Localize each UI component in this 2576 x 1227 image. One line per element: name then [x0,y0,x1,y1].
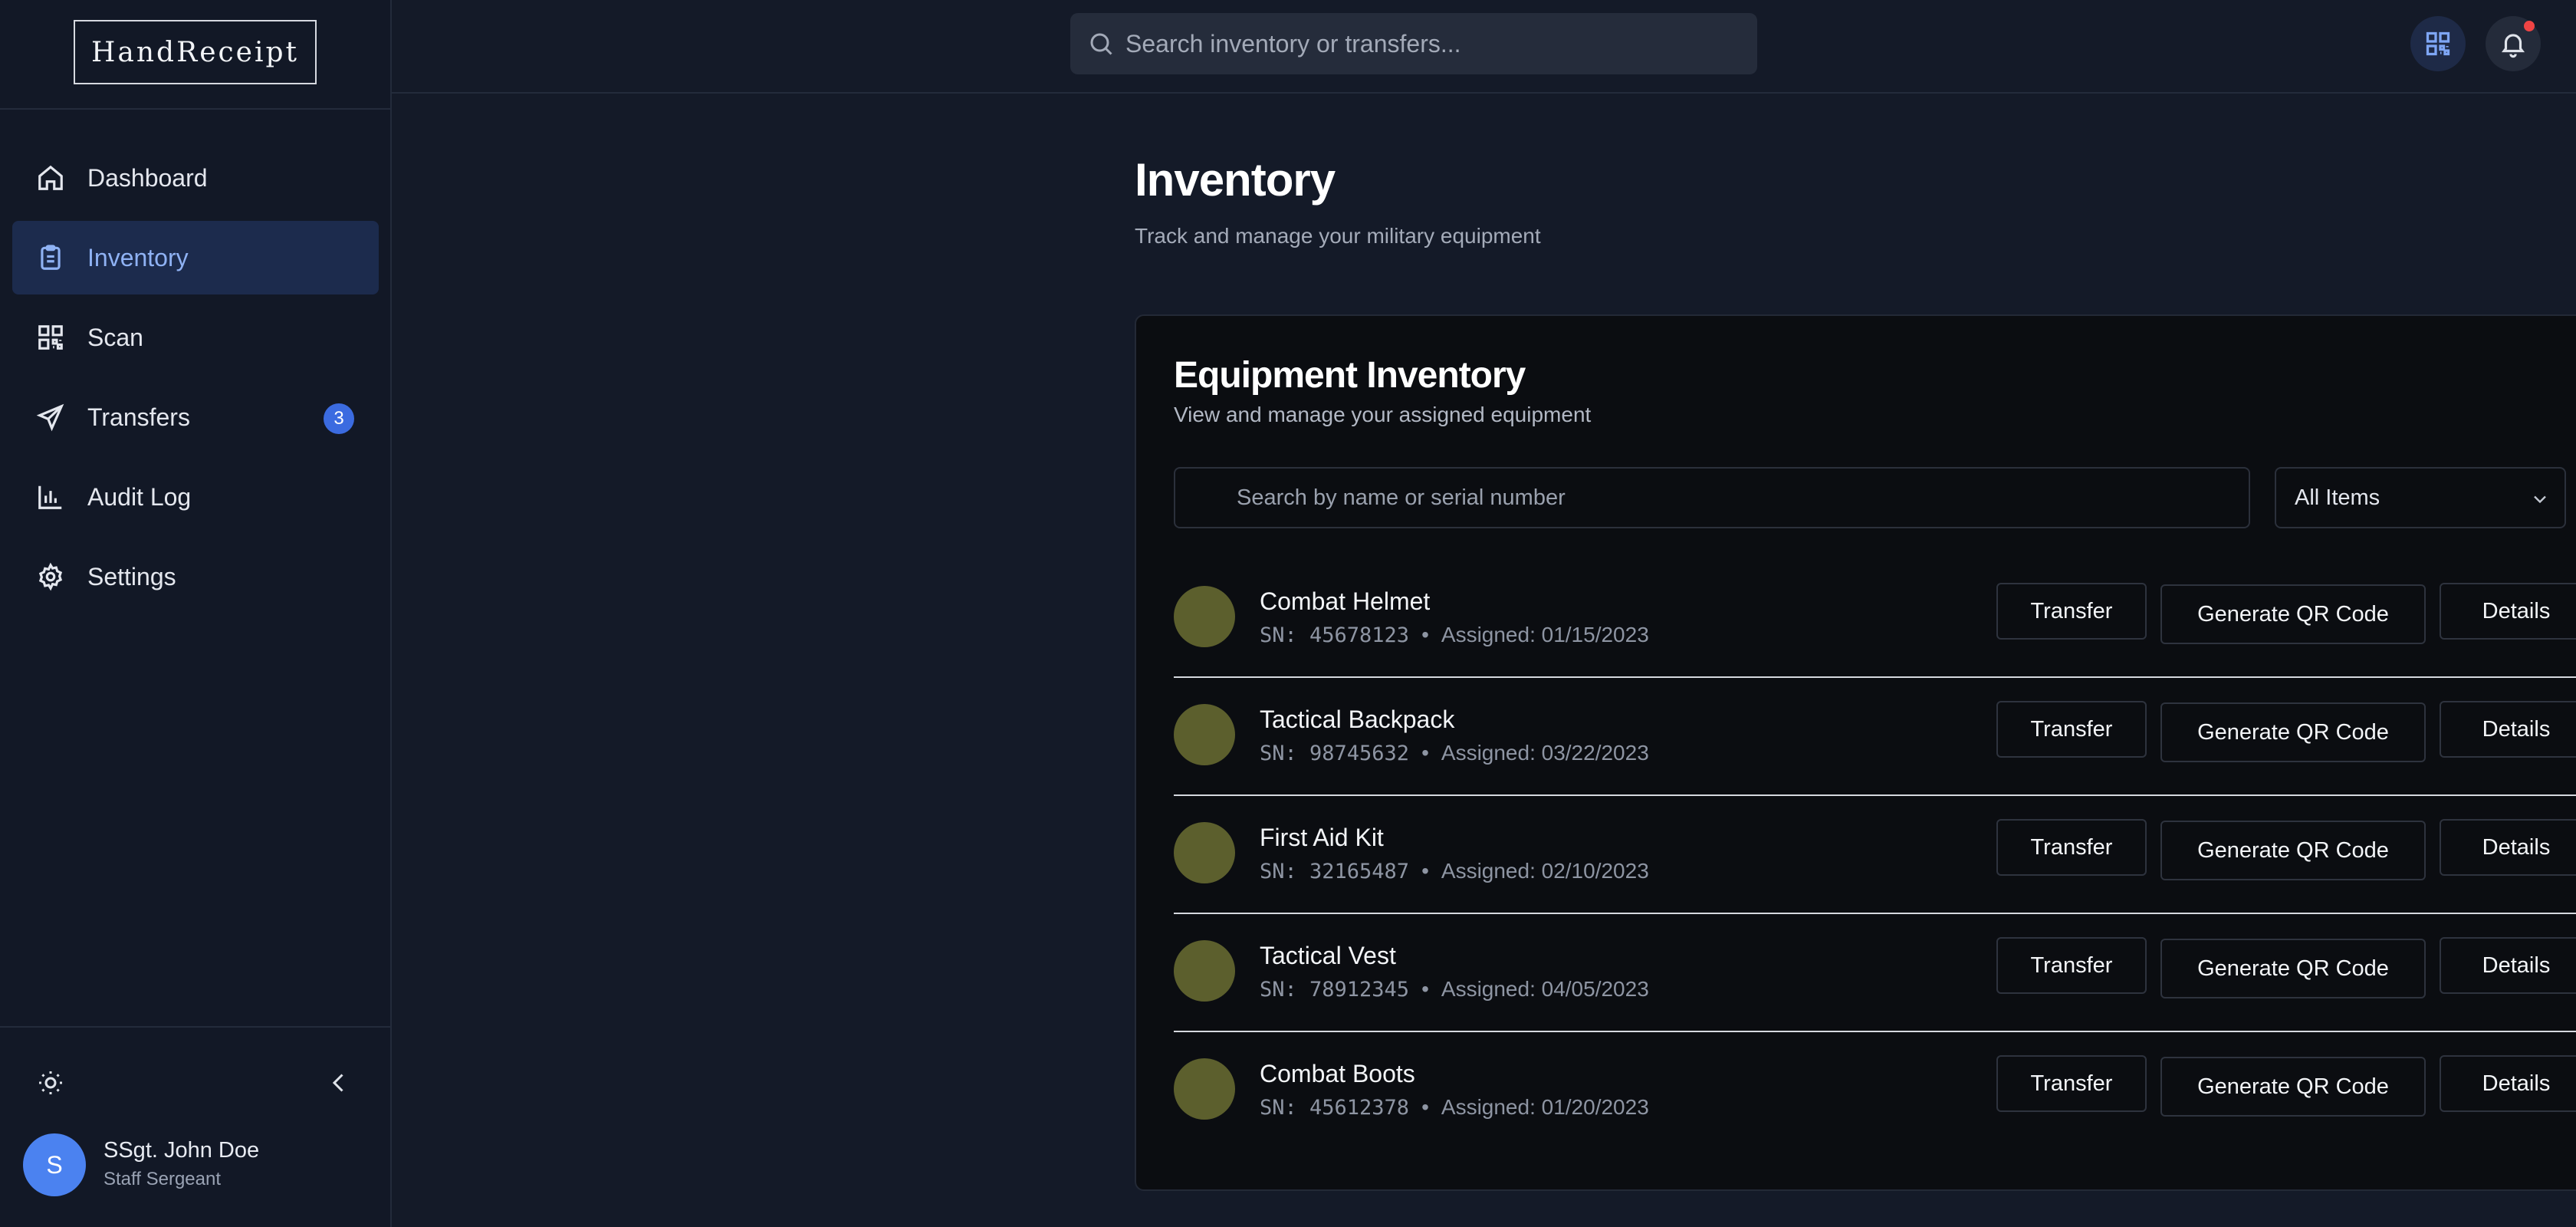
list-item: First Aid Kit SN: 32165487 • Assigned: 02/… [1174,796,2576,914]
global-search-input[interactable]: Search inventory or transfers... [1070,13,1757,74]
app-logo[interactable]: HandReceipt [74,20,317,84]
notifications-button[interactable] [2486,16,2541,71]
card-subtitle: View and manage your assigned equipment [1174,403,1592,426]
transfer-button[interactable]: Transfer [1996,701,2147,758]
item-name: Combat Boots [1260,1060,1415,1087]
item-assigned-date: Assigned: 01/20/2023 [1441,1095,1649,1119]
list-item: Tactical Backpack SN: 98745632 • Assigned:… [1174,678,2576,796]
clipboard-icon [35,242,66,273]
item-serial: SN: 78912345 [1260,978,1410,1002]
transfers-count-badge: 3 [324,403,354,434]
item-thumbnail [1174,940,1235,1002]
bar-chart-icon [35,482,66,512]
search-icon [1087,30,1115,58]
item-meta: SN: 45678123 • Assigned: 01/15/2023 [1260,623,1649,647]
item-name: First Aid Kit [1260,824,1384,851]
sidebar-item-label: Transfers [87,403,190,431]
collapse-sidebar-button[interactable] [322,1066,356,1100]
sun-icon [39,1071,62,1094]
sidebar-item-scan[interactable]: Scan [12,301,379,374]
sidebar-item-label: Scan [87,323,143,351]
sidebar-item-label: Audit Log [87,482,192,511]
chevron-left-icon [332,1074,343,1092]
item-serial: SN: 45678123 [1260,623,1410,647]
meta-separator: • [1421,741,1429,765]
sidebar-item-audit-log[interactable]: Audit Log [12,460,379,534]
item-name: Tactical Backpack [1260,706,1455,733]
user-name: SSgt. John Doe [104,1138,260,1163]
chevron-down-icon [2529,488,2551,510]
logo-area: HandReceipt [0,0,390,110]
item-meta: SN: 32165487 • Assigned: 02/10/2023 [1260,859,1649,883]
generate-qr-code-button[interactable]: Generate QR Code [2160,1057,2426,1117]
item-thumbnail [1174,704,1235,765]
generate-qr-code-button[interactable]: Generate QR Code [2160,702,2426,762]
item-serial: SN: 32165487 [1260,860,1410,883]
item-meta: SN: 98745632 • Assigned: 03/22/2023 [1260,741,1649,765]
item-serial: SN: 98745632 [1260,742,1410,765]
sidebar-nav: Dashboard Inventory Scan Transfers 3 Aud… [12,141,379,620]
details-button[interactable]: Details [2440,701,2576,758]
meta-separator: • [1421,623,1429,646]
list-item: Combat Helmet SN: 45678123 • Assigned: 01/… [1174,560,2576,678]
sidebar-item-transfers[interactable]: Transfers 3 [12,380,379,454]
list-item: Combat Boots SN: 45612378 • Assigned: 01/2… [1174,1032,2576,1150]
sidebar-item-settings[interactable]: Settings [12,540,379,614]
item-meta: SN: 45612378 • Assigned: 01/20/2023 [1260,1095,1649,1120]
meta-separator: • [1421,1095,1429,1119]
item-serial: SN: 45612378 [1260,1096,1410,1120]
page-title: Inventory [1135,154,1336,206]
details-button[interactable]: Details [2440,1055,2576,1112]
qr-scan-button[interactable] [2410,16,2466,71]
card-title: Equipment Inventory [1174,355,1526,396]
theme-toggle-button[interactable] [34,1066,67,1100]
transfer-button[interactable]: Transfer [1996,583,2147,640]
bell-icon [2501,34,2525,58]
qr-code-icon [35,322,66,353]
top-bar: Search inventory or transfers... [392,0,2576,94]
item-assigned-date: Assigned: 02/10/2023 [1441,859,1649,883]
transfer-button[interactable]: Transfer [1996,1055,2147,1112]
send-icon [35,402,66,433]
sidebar-item-inventory[interactable]: Inventory [12,221,379,294]
item-thumbnail [1174,822,1235,883]
generate-qr-code-button[interactable]: Generate QR Code [2160,821,2426,880]
item-name: Tactical Vest [1260,942,1396,969]
user-rank: Staff Sergeant [104,1169,221,1189]
qr-code-icon [2426,31,2450,56]
item-thumbnail [1174,1058,1235,1120]
sidebar: HandReceipt Dashboard Inventory Scan Tra… [0,0,392,1227]
equipment-inventory-card: Equipment Inventory View and manage your… [1135,314,2576,1191]
transfer-button[interactable]: Transfer [1996,819,2147,876]
avatar[interactable]: S [23,1133,86,1196]
item-meta: SN: 78912345 • Assigned: 04/05/2023 [1260,977,1649,1002]
meta-separator: • [1421,859,1429,883]
home-icon [35,163,66,193]
item-thumbnail [1174,586,1235,647]
sidebar-item-label: Settings [87,562,176,590]
meta-separator: • [1421,977,1429,1001]
generate-qr-code-button[interactable]: Generate QR Code [2160,584,2426,644]
sidebar-footer: S SSgt. John Doe Staff Sergeant [0,1026,390,1227]
sidebar-item-label: Inventory [87,243,189,271]
sidebar-item-dashboard[interactable]: Dashboard [12,141,379,215]
generate-qr-code-button[interactable]: Generate QR Code [2160,939,2426,998]
details-button[interactable]: Details [2440,937,2576,994]
notification-dot [2524,21,2535,31]
item-assigned-date: Assigned: 04/05/2023 [1441,977,1649,1001]
list-item: Tactical Vest SN: 78912345 • Assigned: 04/… [1174,914,2576,1032]
gear-icon [35,561,66,592]
details-button[interactable]: Details [2440,819,2576,876]
transfer-button[interactable]: Transfer [1996,937,2147,994]
details-button[interactable]: Details [2440,583,2576,640]
filter-value: All Items [2295,485,2380,510]
item-name: Combat Helmet [1260,587,1431,615]
filter-select[interactable]: All Items [2275,467,2566,528]
sidebar-item-label: Dashboard [87,163,208,192]
page-subtitle: Track and manage your military equipment [1135,224,1541,248]
global-search-placeholder: Search inventory or transfers... [1125,29,1461,58]
inventory-search-input[interactable]: Search by name or serial number [1174,467,2250,528]
item-assigned-date: Assigned: 03/22/2023 [1441,741,1649,765]
item-assigned-date: Assigned: 01/15/2023 [1441,623,1649,646]
